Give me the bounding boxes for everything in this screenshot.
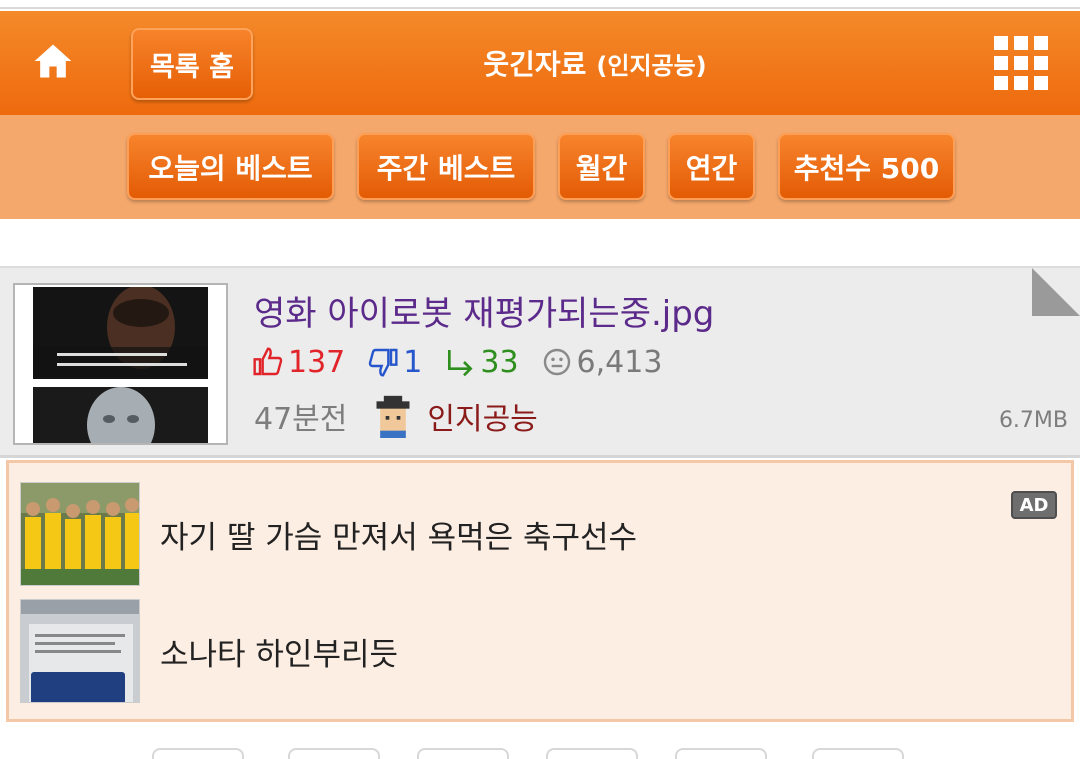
post-title[interactable]: 영화 아이로봇 재평가되는중.jpg: [254, 286, 714, 335]
home-icon: [34, 44, 72, 78]
ad-image: [21, 483, 139, 585]
post-thumbnail[interactable]: [13, 283, 228, 445]
thumbs-up-icon: [253, 347, 283, 376]
post-meta: 47분전 인지공능: [254, 394, 538, 438]
nav-500-recommend[interactable]: 추천수 500: [778, 133, 955, 200]
view-count: 6,413: [576, 344, 663, 380]
thumbs-down-icon: [369, 348, 398, 377]
user-avatar-icon: [376, 395, 410, 438]
file-size: 6.7MB: [998, 408, 1068, 433]
header-bar: 목록 홈 웃긴자료 (인지공능): [0, 11, 1080, 115]
new-corner-icon: [1032, 268, 1080, 316]
post-author[interactable]: 인지공능: [427, 394, 537, 438]
ad-section: AD 자기 딸 가슴 만져서 욕먹은 축구선수 소나타 하인부리듯: [6, 460, 1074, 722]
ad-title[interactable]: 자기 딸 가슴 만져서 욕먹은 축구선수: [160, 512, 637, 557]
page-button[interactable]: [812, 748, 904, 759]
nav-yearly[interactable]: 연간: [668, 133, 755, 200]
page-button[interactable]: [417, 748, 509, 759]
post-list-item[interactable]: 영화 아이로봇 재평가되는중.jpg 137 1 33 6,413 47분전 인…: [0, 266, 1080, 458]
ad-item[interactable]: 소나타 하인부리듯: [20, 599, 1060, 703]
grid-menu-button[interactable]: [994, 36, 1050, 92]
page-button[interactable]: [546, 748, 638, 759]
ad-thumbnail: [20, 599, 140, 703]
ad-item[interactable]: 자기 딸 가슴 만져서 욕먹은 축구선수: [20, 482, 1060, 586]
ad-thumbnail: [20, 482, 140, 586]
page-title: 웃긴자료 (인지공능): [400, 41, 790, 85]
pagination: [0, 748, 1080, 759]
home-button[interactable]: [22, 39, 84, 91]
upvote-stat: 137: [252, 345, 345, 380]
top-border: [0, 0, 1080, 9]
board-subtitle: (인지공능): [596, 51, 707, 80]
ad-image: [21, 600, 139, 702]
reply-count: 33: [480, 344, 519, 380]
ad-title[interactable]: 소나타 하인부리듯: [160, 629, 398, 674]
downvote-count: 1: [403, 344, 423, 380]
post-stats: 137 1 33 6,413: [252, 342, 684, 382]
reply-arrow-icon: [448, 350, 473, 377]
post-time: 47분전: [254, 402, 348, 437]
nav-monthly[interactable]: 월간: [558, 133, 645, 200]
page-button[interactable]: [152, 748, 244, 759]
eye-face-icon: [543, 348, 570, 376]
reply-stat: 33: [444, 344, 519, 380]
nav-weekly-best[interactable]: 주간 베스트: [357, 133, 535, 200]
upvote-count: 137: [288, 344, 346, 380]
best-nav: 오늘의 베스트 주간 베스트 월간 연간 추천수 500: [0, 115, 1080, 219]
page-button[interactable]: [288, 748, 380, 759]
view-stat: 6,413: [541, 344, 663, 380]
nav-today-best[interactable]: 오늘의 베스트: [127, 133, 334, 200]
page-button[interactable]: [675, 748, 767, 759]
thumbnail-image: [33, 287, 208, 443]
list-home-button[interactable]: 목록 홈: [131, 28, 253, 100]
board-title: 웃긴자료: [483, 48, 587, 81]
downvote-stat: 1: [367, 345, 422, 380]
